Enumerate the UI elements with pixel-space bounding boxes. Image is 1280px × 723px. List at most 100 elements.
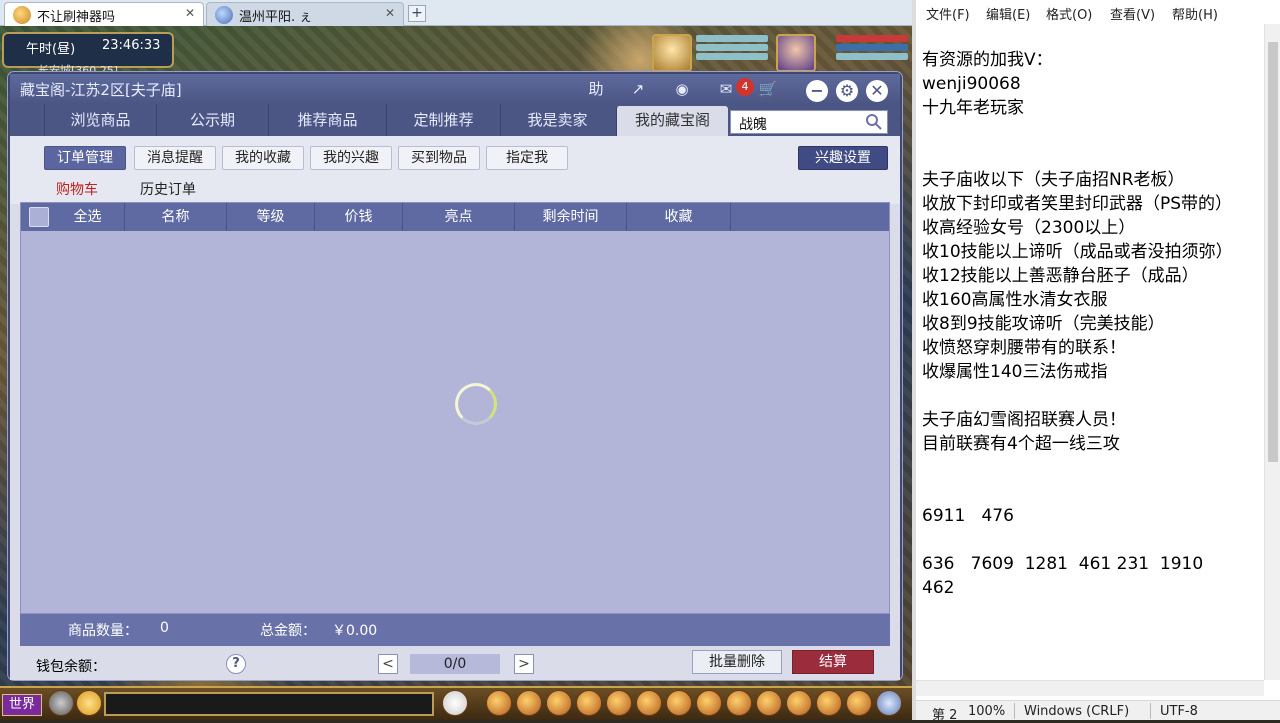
pet-portrait[interactable] — [652, 34, 692, 72]
quest-icon[interactable] — [606, 690, 632, 716]
time-label: 午时(昼) — [26, 42, 76, 57]
nav-browse[interactable]: 浏览商品 — [44, 104, 156, 136]
nav-seller[interactable]: 我是卖家 — [500, 104, 614, 136]
team-icon[interactable] — [546, 690, 572, 716]
settings-icon[interactable]: ⚙ — [836, 80, 858, 102]
notepad-line: 462 — [922, 578, 955, 598]
minimize-button[interactable]: − — [806, 80, 828, 102]
cart-icon[interactable]: 🛒 — [756, 78, 780, 100]
tab-assigned[interactable]: 指定我 — [486, 146, 568, 170]
notepad-text-area[interactable]: 有资源的加我V： wenji90068 十九年老玩家 夫子庙收以下（夫子庙招NR老板… — [922, 48, 1262, 678]
notepad-line: 收10技能以上谛听（成品或者没拍须弥） — [922, 242, 1233, 262]
game-clock: 午时(昼) 23:46:33 长安城[360,25] — [2, 32, 174, 77]
gift-icon[interactable] — [816, 690, 842, 716]
col-select-all[interactable]: 全选 — [21, 203, 125, 231]
notepad-line: wenji90068 — [922, 74, 1021, 94]
browser-tab-1[interactable]: 不让刷神器吗 ✕ — [4, 2, 204, 26]
link-cart[interactable]: 购物车 — [56, 180, 98, 200]
notepad-line: 636 7609 1281 461 231 1910 — [922, 554, 1204, 574]
browser-tab-2[interactable]: 温州平阳. ぇ ✕ — [206, 2, 404, 26]
system-icon[interactable] — [846, 690, 872, 716]
friend-icon[interactable] — [666, 690, 692, 716]
tab-favorites[interactable]: 我的收藏 — [222, 146, 304, 170]
settings-icon[interactable] — [876, 690, 902, 716]
search-input[interactable]: 战魄 — [730, 110, 888, 134]
notepad-line: 收160高属性水清女衣服 — [922, 290, 1108, 310]
interest-settings-button[interactable]: 兴趣设置 — [798, 146, 888, 170]
vertical-scrollbar[interactable] — [1264, 24, 1280, 680]
tab-orders[interactable]: 订单管理 — [44, 146, 126, 170]
line-ending: Windows (CRLF) — [1024, 704, 1130, 719]
message-icon[interactable]: ✉ — [714, 78, 738, 100]
total-value: ￥0.00 — [332, 623, 378, 639]
help-button[interactable]: 助 — [584, 78, 608, 100]
notepad-line: 收放下封印或者笑里封印武器（PS带的） — [922, 194, 1233, 214]
pet-status-bars — [696, 34, 768, 70]
notepad-line: 收12技能以上善恶静台胚子（成品） — [922, 266, 1199, 286]
mount-icon[interactable] — [756, 690, 782, 716]
share-icon[interactable]: ↗ — [626, 78, 650, 100]
dialog-title: 藏宝阁-江苏2区[夫子庙] — [20, 81, 182, 99]
notepad-menubar: 文件(F) 编辑(E) 格式(O) 查看(V) 帮助(H) — [916, 0, 1280, 24]
close-icon[interactable]: ✕ — [385, 6, 395, 20]
horizontal-scrollbar[interactable] — [916, 680, 1264, 696]
notepad-line — [922, 456, 1262, 480]
shop-icon[interactable] — [786, 690, 812, 716]
notepad-line — [922, 120, 1262, 144]
nav-recommended[interactable]: 推荐商品 — [268, 104, 386, 136]
zoom-level: 100% — [968, 704, 1006, 719]
search-icon[interactable] — [865, 113, 883, 131]
close-button[interactable]: ✕ — [866, 80, 888, 102]
notepad-line — [922, 528, 1262, 552]
col-favorite: 收藏 — [627, 203, 731, 231]
menu-edit[interactable]: 编辑(E) — [986, 4, 1030, 23]
channel-world-button[interactable]: 世界 — [2, 694, 42, 716]
trade-icon[interactable] — [696, 690, 722, 716]
col-remaining-time: 剩余时间 — [515, 203, 627, 231]
menu-help[interactable]: 帮助(H) — [1172, 4, 1218, 23]
item-icon[interactable] — [516, 690, 542, 716]
notepad-line — [922, 384, 1262, 408]
col-highlight: 亮点 — [403, 203, 515, 231]
new-tab-button[interactable]: + — [408, 5, 426, 22]
link-history[interactable]: 历史订单 — [140, 180, 196, 200]
browser-tab-title: 温州平阳. ぇ — [239, 10, 313, 25]
emoji-icon[interactable] — [76, 690, 102, 716]
cursor-position: 第 2 — [932, 708, 958, 723]
nav-public[interactable]: 公示期 — [156, 104, 268, 136]
scrollbar-thumb[interactable] — [1268, 42, 1278, 462]
close-icon[interactable]: ✕ — [185, 6, 195, 20]
skill-icon[interactable] — [576, 690, 602, 716]
notepad-line: 有资源的加我V： — [922, 50, 1053, 70]
mail-icon[interactable] — [726, 690, 752, 716]
wallet-label: 钱包余额： — [36, 659, 106, 675]
player-portrait[interactable] — [776, 34, 816, 72]
microphone-icon[interactable] — [48, 690, 74, 716]
player-status-bars — [836, 34, 908, 70]
menu-format[interactable]: 格式(O) — [1046, 4, 1092, 23]
tab-interests[interactable]: 我的兴趣 — [310, 146, 392, 170]
chat-input[interactable] — [104, 692, 434, 716]
pet-icon[interactable] — [442, 690, 468, 716]
nav-custom[interactable]: 定制推荐 — [386, 104, 500, 136]
notepad-line — [922, 480, 1262, 504]
attack-icon[interactable] — [486, 690, 512, 716]
cart-summary: 商品数量： 0 总金额： ￥0.00 — [20, 614, 890, 646]
record-icon[interactable]: ◉ — [670, 78, 694, 100]
col-price: 价钱 — [315, 203, 403, 231]
search-value: 战魄 — [739, 117, 767, 133]
browser-tab-title: 不让刷神器吗 — [37, 10, 116, 25]
help-icon[interactable]: ? — [226, 654, 246, 674]
checkout-button[interactable]: 结算 — [792, 650, 874, 674]
item-count-value: 0 — [160, 620, 169, 636]
guild-icon[interactable] — [636, 690, 662, 716]
tab-bought[interactable]: 买到物品 — [398, 146, 480, 170]
menu-file[interactable]: 文件(F) — [926, 4, 970, 23]
menu-view[interactable]: 查看(V) — [1110, 4, 1155, 23]
loading-spinner-icon — [455, 383, 497, 425]
tab-messages[interactable]: 消息提醒 — [134, 146, 216, 170]
bulk-delete-button[interactable]: 批量删除 — [692, 650, 782, 674]
nav-my-pavilion[interactable]: 我的藏宝阁 — [616, 106, 728, 136]
next-page-button[interactable]: > — [514, 654, 534, 674]
prev-page-button[interactable]: < — [378, 654, 398, 674]
